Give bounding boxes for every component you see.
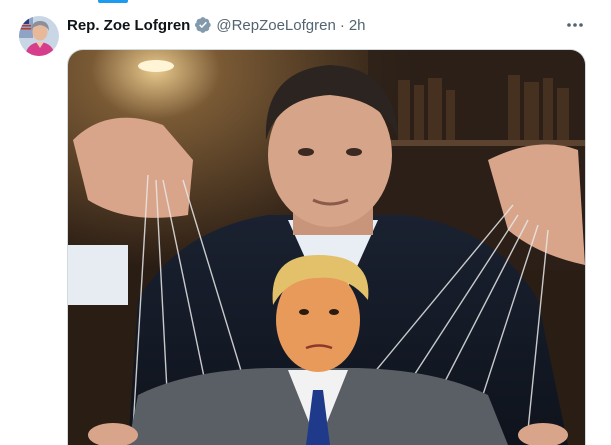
- verified-badge-icon[interactable]: [194, 16, 212, 34]
- author-name[interactable]: Rep. Zoe Lofgren: [67, 17, 190, 34]
- active-tab-indicator: [98, 0, 128, 3]
- tweet-card[interactable]: Rep. Zoe Lofgren @RepZoeLofgren · 2h: [0, 0, 611, 445]
- post-time[interactable]: 2h: [349, 17, 366, 34]
- tweet-photo[interactable]: [67, 49, 586, 445]
- author-handle[interactable]: @RepZoeLofgren: [216, 17, 335, 34]
- author-avatar[interactable]: [19, 16, 59, 56]
- separator-dot: ·: [339, 16, 345, 34]
- more-horizontal-icon[interactable]: [562, 13, 588, 37]
- tweet-header: Rep. Zoe Lofgren @RepZoeLofgren · 2h: [67, 14, 366, 36]
